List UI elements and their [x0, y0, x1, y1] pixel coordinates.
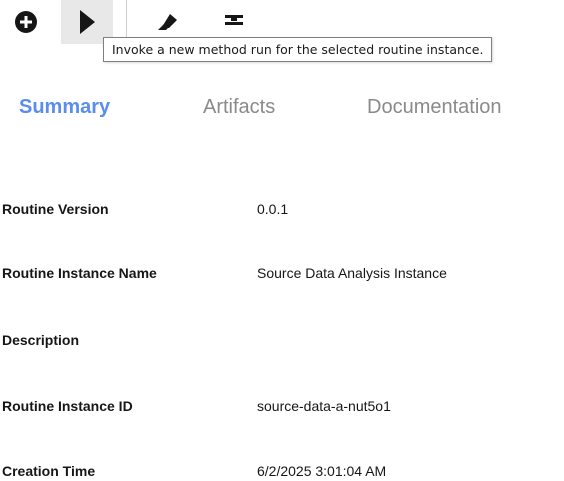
creation-time-value: 6/2/2025 3:01:04 AM — [257, 463, 387, 479]
creation-time-label: Creation Time — [2, 463, 96, 479]
description-label: Description — [2, 332, 80, 348]
toolbar-divider — [126, 0, 127, 40]
plus-circle-icon — [15, 11, 37, 33]
run-tooltip: Invoke a new method run for the selected… — [103, 37, 493, 62]
add-button[interactable] — [4, 0, 48, 44]
tab-artifacts[interactable]: Artifacts — [203, 96, 275, 119]
instance-id-label: Routine Instance ID — [2, 398, 133, 414]
instance-name-label: Routine Instance Name — [2, 265, 157, 281]
strikethrough-icon — [225, 15, 243, 25]
instance-name-value: Source Data Analysis Instance — [257, 265, 447, 281]
tab-documentation[interactable]: Documentation — [367, 96, 502, 119]
routine-version-label: Routine Version — [2, 201, 109, 217]
play-icon — [80, 10, 95, 34]
eraser-icon — [158, 14, 177, 30]
instance-id-value: source-data-a-nut5o1 — [257, 398, 391, 414]
tab-summary[interactable]: Summary — [19, 96, 110, 119]
routine-version-value: 0.0.1 — [257, 201, 289, 217]
